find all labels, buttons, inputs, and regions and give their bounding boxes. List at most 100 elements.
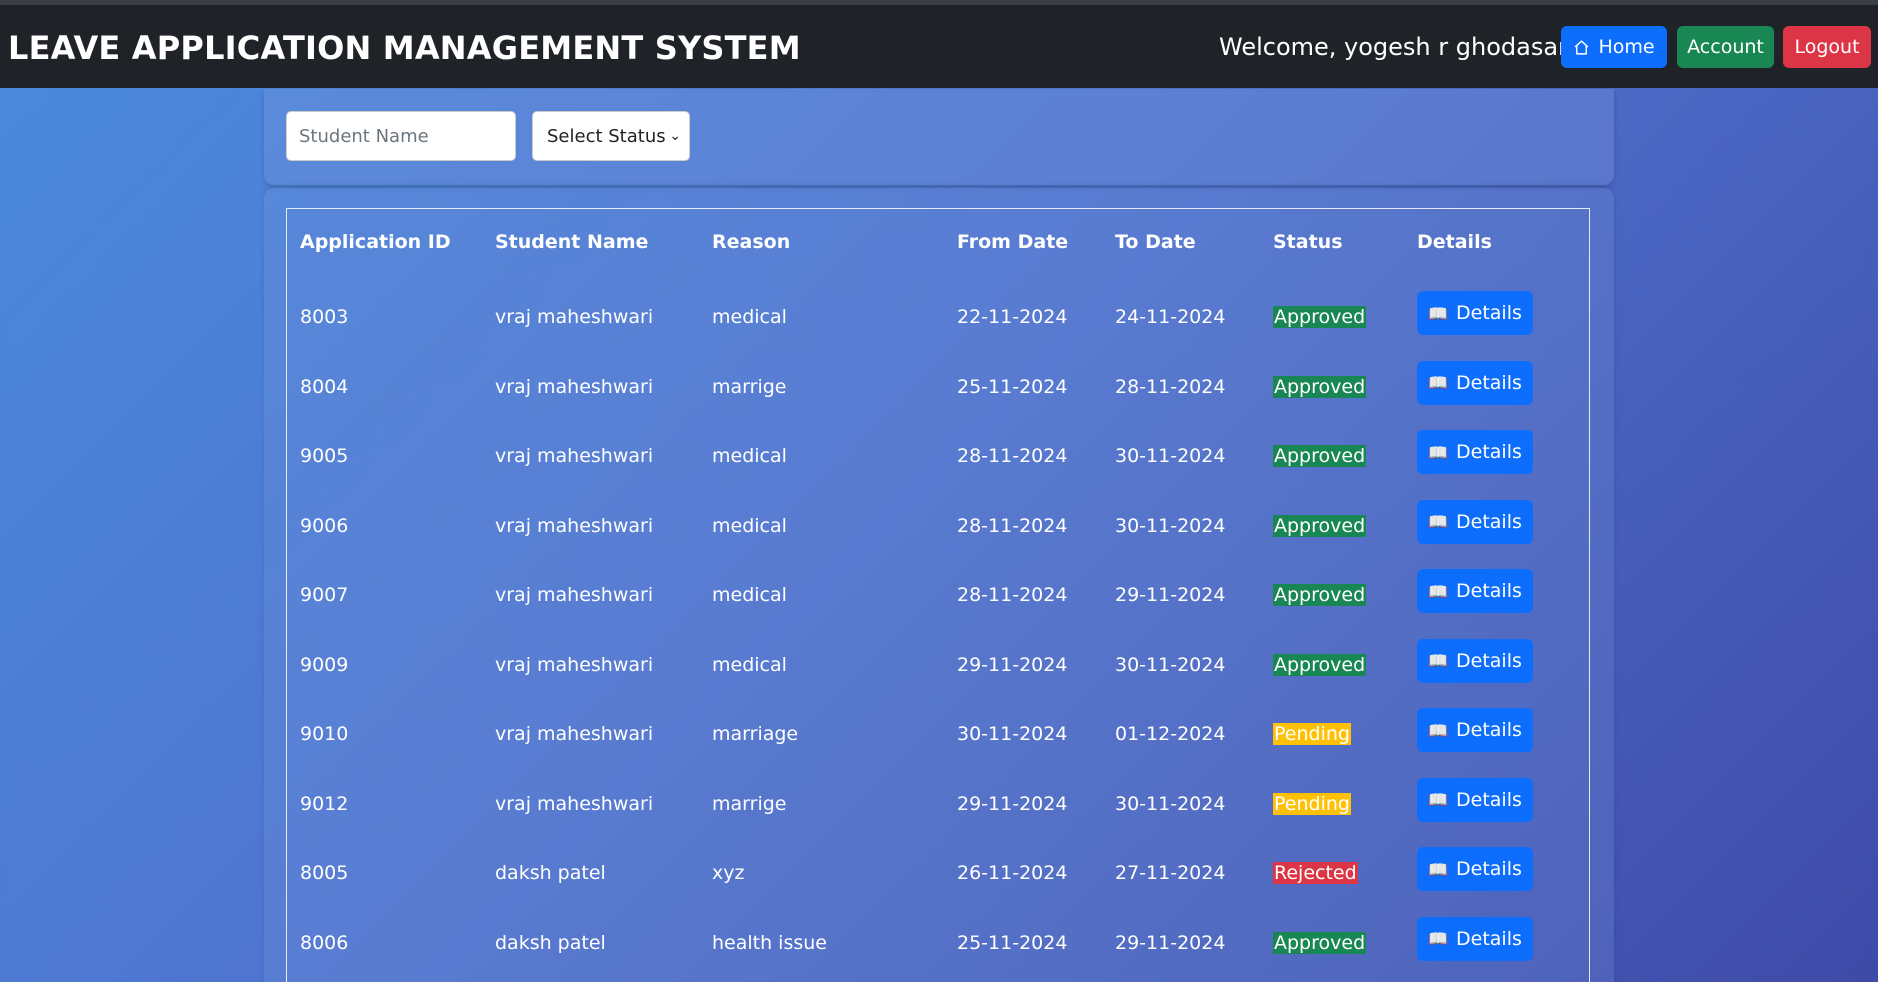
table-row: 8004 vraj maheshwari marrige 25-11-2024 28-1… [287, 352, 1589, 422]
book-icon: 📖 [1428, 442, 1449, 462]
cell-reason: medical [712, 514, 787, 537]
cell-reason: marriage [712, 723, 799, 745]
cell-application-id: 9007 [300, 584, 349, 606]
details-label: Details [1456, 788, 1522, 811]
welcome-text: Welcome, yogesh r ghodasara [1219, 33, 1583, 61]
details-label: Details [1456, 927, 1522, 950]
cell-student-name: daksh patel [495, 931, 606, 954]
cell-from-date: 28-11-2024 [957, 584, 1068, 606]
cell-application-id: 8004 [300, 375, 349, 398]
details-button[interactable]: 📖 Details [1417, 916, 1533, 961]
header-student-name: Student Name [495, 231, 649, 253]
details-button[interactable]: 📖 Details [1417, 847, 1533, 891]
details-button[interactable]: 📖 Details [1417, 360, 1533, 405]
book-icon: 📖 [1428, 790, 1449, 809]
details-label: Details [1456, 371, 1522, 394]
cell-application-id: 9012 [300, 792, 349, 815]
cell-application-id: 9009 [300, 653, 349, 676]
book-icon: 📖 [1428, 303, 1449, 323]
details-button[interactable]: 📖 Details [1417, 638, 1533, 683]
cell-student-name: daksh patel [495, 862, 606, 884]
cell-to-date: 01-12-2024 [1115, 723, 1226, 745]
cell-student-name: vraj maheshwari [495, 792, 654, 815]
cell-from-date: 26-11-2024 [957, 862, 1068, 884]
cell-application-id: 8005 [300, 862, 349, 884]
cell-from-date: 25-11-2024 [957, 931, 1068, 954]
table-row: 9010 vraj maheshwari marriage 30-11-2024 01-… [287, 699, 1589, 769]
table-row: 9006 vraj maheshwari medical 28-11-2024 30-1… [287, 491, 1589, 561]
details-button[interactable]: 📖 Details [1417, 291, 1533, 335]
cell-student-name: vraj maheshwari [495, 375, 654, 398]
status-badge: Approved [1273, 375, 1367, 398]
status-badge: Approved [1273, 306, 1367, 328]
table-row: 8005 daksh patel xyz 26-11-2024 27-11-2024 Re… [287, 838, 1589, 908]
logout-button[interactable]: Logout [1783, 26, 1871, 68]
status-badge: Approved [1273, 445, 1367, 467]
status-badge: Approved [1273, 514, 1367, 537]
header-to-date: To Date [1115, 231, 1196, 253]
cell-reason: medical [712, 445, 787, 467]
details-button[interactable]: 📖 Details [1417, 430, 1533, 474]
navbar: LEAVE APPLICATION MANAGEMENT SYSTEM Welc… [0, 5, 1878, 88]
status-badge: Approved [1273, 653, 1367, 676]
header-details: Details [1417, 231, 1492, 253]
cell-reason: medical [712, 584, 787, 606]
logout-label: Logout [1794, 36, 1860, 58]
cell-reason: medical [712, 306, 787, 328]
cell-application-id: 8006 [300, 931, 349, 954]
table-row: 9012 vraj maheshwari marrige 29-11-2024 30-1… [287, 769, 1589, 839]
status-select-value: Select Status [547, 125, 666, 147]
cell-from-date: 29-11-2024 [957, 653, 1068, 676]
home-icon [1575, 39, 1589, 55]
cell-student-name: vraj maheshwari [495, 514, 654, 537]
cell-to-date: 30-11-2024 [1115, 792, 1226, 815]
table-row: 9007 vraj maheshwari medical 28-11-2024 29-1… [287, 560, 1589, 630]
status-select[interactable]: Select Status ⌄ [532, 111, 690, 161]
details-label: Details [1456, 302, 1522, 324]
details-label: Details [1456, 858, 1522, 880]
cell-reason: marrige [712, 792, 787, 815]
cell-student-name: vraj maheshwari [495, 723, 654, 745]
cell-reason: xyz [712, 862, 745, 884]
cell-from-date: 28-11-2024 [957, 445, 1068, 467]
cell-from-date: 28-11-2024 [957, 514, 1068, 537]
book-icon: 📖 [1428, 373, 1449, 392]
cell-reason: health issue [712, 931, 827, 954]
account-label: Account [1687, 36, 1764, 58]
cell-from-date: 30-11-2024 [957, 723, 1068, 745]
cell-to-date: 30-11-2024 [1115, 445, 1226, 467]
student-name-input[interactable] [286, 111, 516, 161]
cell-from-date: 22-11-2024 [957, 306, 1068, 328]
cell-to-date: 29-11-2024 [1115, 584, 1226, 606]
details-button[interactable]: 📖 Details [1417, 499, 1533, 544]
status-badge: Approved [1273, 584, 1367, 606]
filter-card: Select Status ⌄ [264, 89, 1614, 185]
details-label: Details [1456, 441, 1522, 463]
cell-from-date: 29-11-2024 [957, 792, 1068, 815]
cell-to-date: 30-11-2024 [1115, 514, 1226, 537]
account-button[interactable]: Account [1677, 26, 1774, 68]
details-button[interactable]: 📖 Details [1417, 708, 1533, 752]
book-icon: 📖 [1428, 581, 1449, 601]
cell-to-date: 27-11-2024 [1115, 862, 1226, 884]
home-label: Home [1598, 36, 1655, 58]
cell-reason: medical [712, 653, 787, 676]
details-label: Details [1456, 719, 1522, 741]
header-status: Status [1273, 231, 1343, 253]
applications-table: Application ID Student Name Reason From … [286, 208, 1590, 982]
cell-student-name: vraj maheshwari [495, 306, 654, 328]
table-row: 8006 daksh patel health issue 25-11-2024 29-… [287, 908, 1589, 978]
cell-student-name: vraj maheshwari [495, 584, 654, 606]
cell-application-id: 9005 [300, 445, 349, 467]
book-icon: 📖 [1428, 512, 1449, 531]
header-reason: Reason [712, 231, 791, 253]
cell-to-date: 30-11-2024 [1115, 653, 1226, 676]
table-row: 8003 vraj maheshwari medical 22-11-2024 24-1… [287, 282, 1589, 352]
table-row: 9009 vraj maheshwari medical 29-11-2024 30-1… [287, 630, 1589, 700]
home-button[interactable]: Home [1561, 26, 1667, 68]
cell-to-date: 24-11-2024 [1115, 306, 1226, 328]
brand-title: LEAVE APPLICATION MANAGEMENT SYSTEM [8, 29, 801, 67]
cell-student-name: vraj maheshwari [495, 653, 654, 676]
details-button[interactable]: 📖 Details [1417, 569, 1533, 613]
details-button[interactable]: 📖 Details [1417, 777, 1533, 822]
